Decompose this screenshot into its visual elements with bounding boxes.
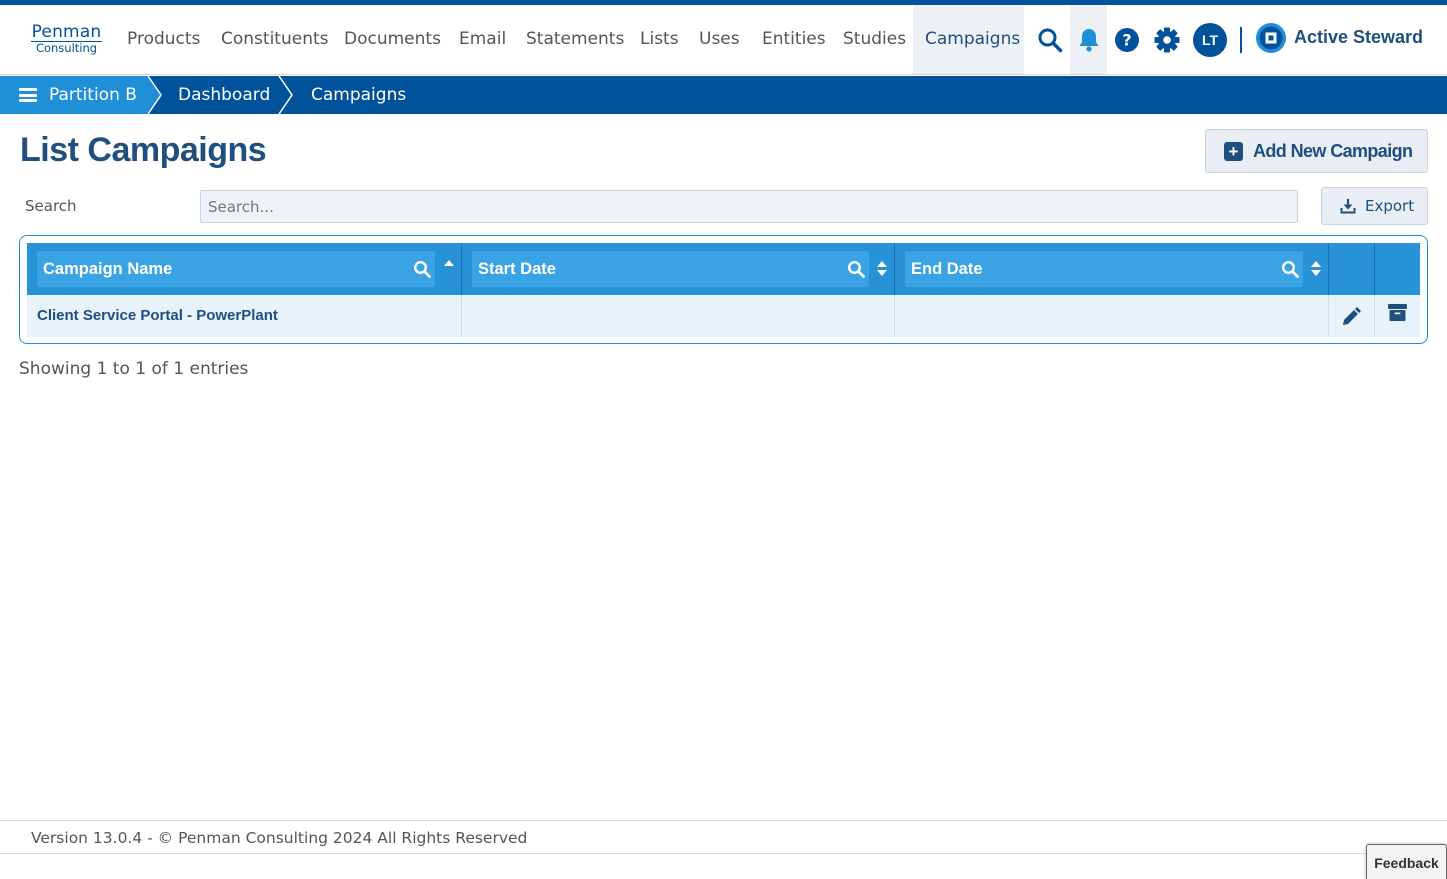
navbar-divider xyxy=(1240,27,1242,53)
add-new-campaign-button[interactable]: + Add New Campaign xyxy=(1205,129,1428,173)
breadcrumb: Partition B Dashboard Campaigns xyxy=(0,76,1447,114)
search-icon[interactable] xyxy=(1033,5,1067,74)
nav-products[interactable]: Products xyxy=(127,5,200,74)
cell-campaign-name: Client Service Portal - PowerPlant xyxy=(27,295,462,337)
edit-pencil-icon[interactable] xyxy=(1341,307,1361,327)
active-steward-logo-icon xyxy=(1255,22,1287,59)
cell-end-date xyxy=(895,295,1329,337)
menu-icon[interactable] xyxy=(19,88,37,102)
logo-line1: Penman xyxy=(31,22,102,42)
column-label: Campaign Name xyxy=(43,260,173,278)
help-icon[interactable]: ? xyxy=(1113,5,1141,74)
column-filter-campaign-name[interactable]: Campaign Name xyxy=(37,251,435,287)
column-header-edit xyxy=(1329,243,1375,295)
download-icon xyxy=(1340,199,1356,214)
sort-icon[interactable] xyxy=(1310,260,1322,278)
user-avatar[interactable]: LT xyxy=(1193,23,1227,57)
nav-constituents[interactable]: Constituents xyxy=(221,5,329,74)
product-name: Active Steward xyxy=(1294,27,1424,47)
campaign-name-link[interactable]: Client Service Portal - PowerPlant xyxy=(37,295,278,337)
nav-studies[interactable]: Studies xyxy=(843,5,906,74)
column-search-icon[interactable] xyxy=(1281,260,1299,278)
plus-icon: + xyxy=(1224,141,1243,161)
column-search-icon[interactable] xyxy=(413,260,431,278)
breadcrumb-partition[interactable]: Partition B xyxy=(49,76,137,114)
sort-asc-icon[interactable] xyxy=(443,259,455,277)
search-input[interactable] xyxy=(200,190,1298,223)
footer: Version 13.0.4 - © Penman Consulting 202… xyxy=(0,820,1447,854)
nav-campaigns[interactable]: Campaigns xyxy=(913,5,1024,74)
feedback-button[interactable]: Feedback xyxy=(1366,844,1447,879)
column-filter-start-date[interactable]: Start Date xyxy=(472,251,869,287)
bell-icon[interactable] xyxy=(1070,5,1107,74)
cell-archive xyxy=(1375,295,1420,337)
breadcrumb-chevron-icon xyxy=(278,76,293,114)
svg-text:?: ? xyxy=(1122,30,1131,49)
cell-edit xyxy=(1329,295,1375,337)
nav-statements[interactable]: Statements xyxy=(526,5,624,74)
column-label: End Date xyxy=(911,260,983,278)
column-label: Start Date xyxy=(478,260,556,278)
page-title: List Campaigns xyxy=(20,131,267,169)
column-header-end-date[interactable]: End Date xyxy=(895,243,1329,295)
column-search-icon[interactable] xyxy=(847,260,865,278)
column-header-archive xyxy=(1375,243,1420,295)
column-header-start-date[interactable]: Start Date xyxy=(462,243,895,295)
nav-documents[interactable]: Documents xyxy=(344,5,441,74)
nav-uses[interactable]: Uses xyxy=(699,5,740,74)
breadcrumb-chevron-icon xyxy=(144,76,162,114)
footer-copyright: Version 13.0.4 - © Penman Consulting 202… xyxy=(31,829,528,847)
archive-icon[interactable] xyxy=(1388,304,1407,322)
penman-logo[interactable]: Penman Consulting xyxy=(31,24,102,55)
search-label: Search xyxy=(25,197,77,215)
breadcrumb-dashboard[interactable]: Dashboard xyxy=(178,76,270,114)
nav-lists[interactable]: Lists xyxy=(640,5,679,74)
top-navbar: Penman Consulting Products Constituents … xyxy=(0,5,1447,75)
logo-line2: Consulting xyxy=(35,41,98,55)
nav-entities[interactable]: Entities xyxy=(762,5,826,74)
breadcrumb-campaigns: Campaigns xyxy=(311,85,407,105)
export-button[interactable]: Export xyxy=(1321,187,1428,225)
gear-icon[interactable] xyxy=(1153,5,1181,74)
nav-email[interactable]: Email xyxy=(459,5,506,74)
partition-menu[interactable]: Partition B xyxy=(0,76,147,114)
campaigns-table: Campaign Name Start Date End Date Client… xyxy=(19,235,1428,344)
table-header: Campaign Name Start Date End Date xyxy=(27,243,1420,295)
table-info: Showing 1 to 1 of 1 entries xyxy=(19,359,249,379)
export-label: Export xyxy=(1365,197,1415,215)
cell-start-date xyxy=(462,295,895,337)
column-header-campaign-name[interactable]: Campaign Name xyxy=(27,243,462,295)
add-new-campaign-label: Add New Campaign xyxy=(1253,140,1413,161)
table-row: Client Service Portal - PowerPlant xyxy=(27,295,1420,337)
sort-icon[interactable] xyxy=(876,260,888,278)
column-filter-end-date[interactable]: End Date xyxy=(905,251,1303,287)
